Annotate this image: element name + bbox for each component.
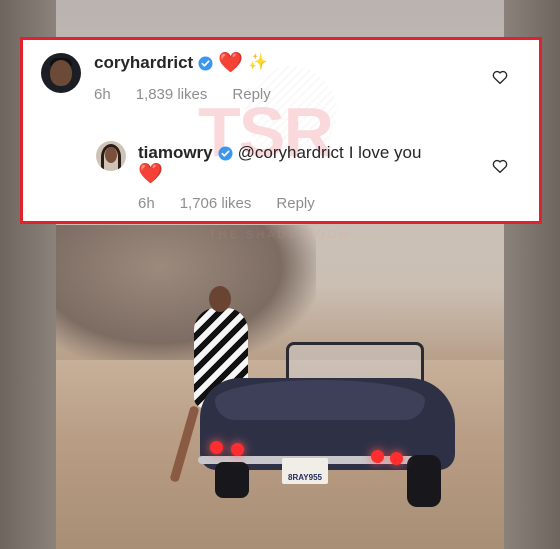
avatar[interactable]: [41, 53, 81, 93]
reply-button[interactable]: Reply: [276, 195, 314, 212]
comment-username[interactable]: tiamowry: [138, 143, 213, 163]
hillside: [56, 225, 316, 365]
reply-header: tiamowry @coryhardrict I love you: [138, 143, 421, 163]
comment-meta: 6h 1,839 likes Reply: [94, 86, 296, 103]
sparkles-emoji: ✨: [248, 54, 269, 71]
comment-username[interactable]: coryhardrict: [94, 53, 193, 73]
car-taillight: [210, 441, 223, 454]
car-taillight: [371, 450, 384, 463]
watermark-logo: TSR THE SHADE ROOM: [193, 66, 383, 241]
comment-header: coryhardrict ❤️ ✨: [94, 53, 268, 73]
car-taillight: [231, 443, 244, 456]
comment-panel: TSR THE SHADE ROOM coryhardrict ❤️ ✨ 6h …: [20, 37, 542, 241]
avatar[interactable]: [96, 141, 126, 171]
reply-button[interactable]: Reply: [232, 86, 270, 103]
person-head: [209, 286, 231, 312]
car-taillight: [390, 452, 403, 465]
heart-outline-icon[interactable]: [491, 68, 509, 86]
comment-text: I love you: [348, 143, 422, 162]
car-wheel: [407, 455, 441, 507]
car-trunk: [215, 380, 425, 420]
comment-time: 6h: [94, 86, 111, 103]
license-plate: 8RAY955: [282, 458, 328, 484]
red-heart-emoji: ❤️: [138, 163, 163, 185]
car-wheel: [215, 462, 249, 498]
verified-badge-icon: [218, 145, 233, 161]
mention-link[interactable]: @coryhardrict: [238, 143, 344, 163]
verified-badge-icon: [198, 55, 213, 71]
heart-outline-icon[interactable]: [491, 157, 509, 175]
comment-likes[interactable]: 1,706 likes: [180, 195, 252, 212]
comment-time: 6h: [138, 195, 155, 212]
red-heart-emoji: ❤️: [218, 52, 244, 74]
comment-likes[interactable]: 1,839 likes: [136, 86, 208, 103]
comment-meta: 6h 1,706 likes Reply: [138, 195, 340, 212]
